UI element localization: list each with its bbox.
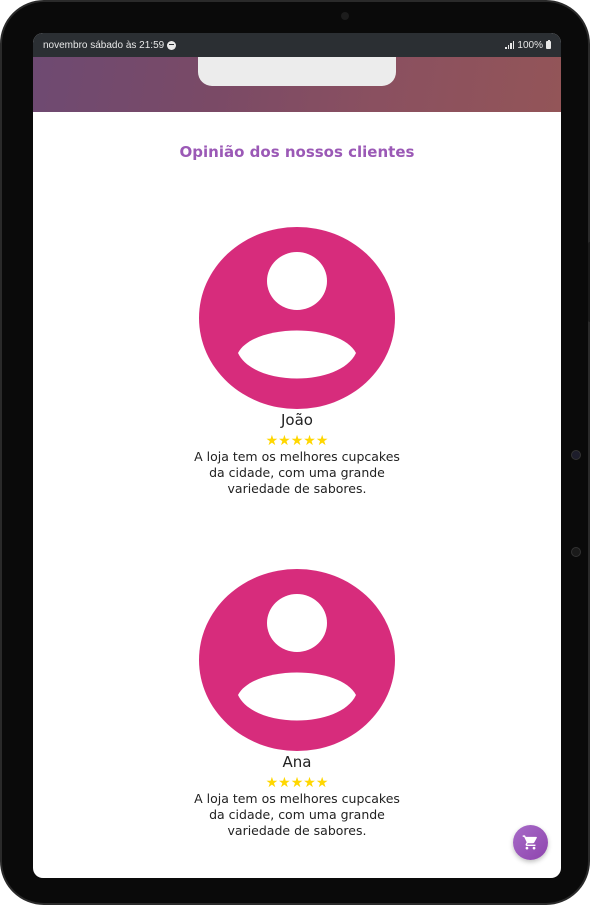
customer-name: Ana	[282, 753, 312, 771]
customer-name: João	[281, 411, 313, 429]
tablet-frame: novembro sábado às 21:59 100% Opinião do…	[0, 0, 590, 905]
user-avatar-icon	[199, 227, 395, 409]
avatar	[199, 227, 395, 409]
battery-icon	[546, 39, 551, 49]
review-text: A loja tem os melhores cupcakes da cidad…	[194, 449, 400, 496]
shopping-cart-icon	[522, 835, 537, 850]
cart-button[interactable]	[513, 825, 548, 860]
hero-card	[198, 57, 396, 86]
star-rating-icon: ★★★★★	[265, 775, 329, 791]
status-time: novembro sábado às 21:59	[43, 39, 165, 51]
star-rating-icon: ★★★★★	[265, 433, 329, 449]
battery-level: 100%	[517, 39, 543, 51]
status-right: 100%	[505, 39, 551, 51]
status-bar: novembro sábado às 21:59 100%	[33, 33, 561, 57]
sensor-dot	[571, 547, 581, 557]
section-title: Opinião dos nossos clientes	[179, 143, 415, 161]
status-left: novembro sábado às 21:59	[43, 39, 177, 51]
front-camera	[341, 12, 349, 20]
signal-icon	[505, 41, 515, 49]
review-text: A loja tem os melhores cupcakes da cidad…	[194, 791, 400, 838]
user-avatar-icon	[199, 569, 395, 751]
screen: novembro sábado às 21:59 100% Opinião do…	[33, 33, 561, 878]
avatar	[199, 569, 395, 751]
sensor-dot	[571, 450, 581, 460]
spotify-icon	[167, 40, 177, 50]
